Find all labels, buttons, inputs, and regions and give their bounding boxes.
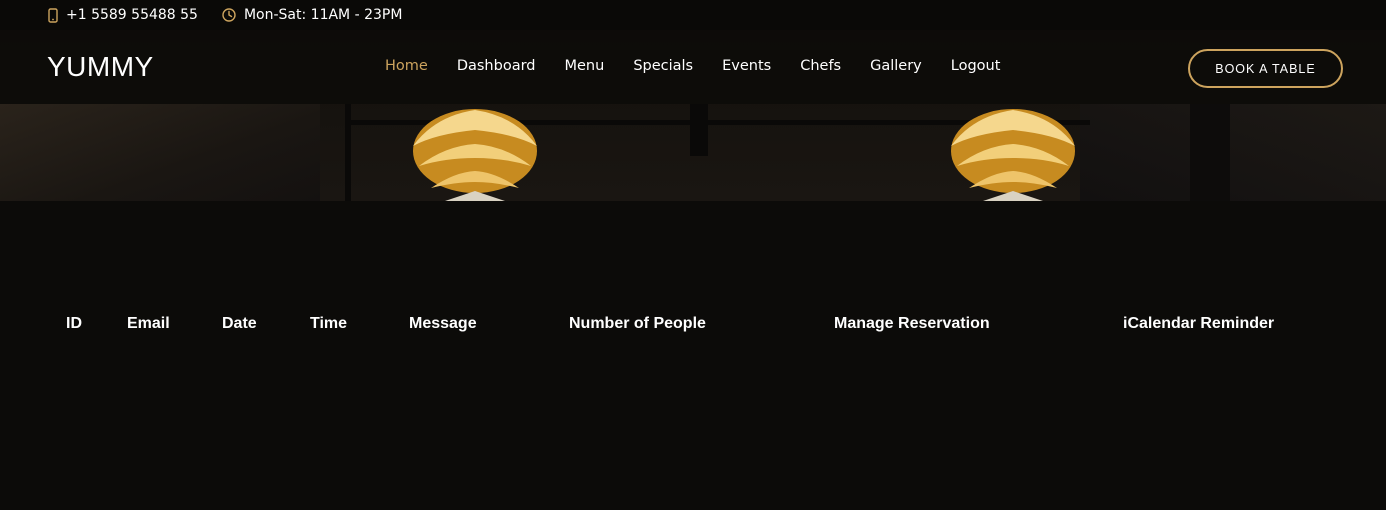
opening-hours: Mon-Sat: 11AM - 23PM bbox=[243, 7, 403, 23]
nav-dashboard[interactable]: Dashboard bbox=[457, 58, 536, 74]
nav-specials[interactable]: Specials bbox=[633, 58, 693, 74]
nav-menu[interactable]: Menu bbox=[565, 58, 605, 74]
main-nav: Home Dashboard Menu Specials Events Chef… bbox=[385, 58, 1029, 74]
column-header-id: ID bbox=[66, 315, 82, 332]
nav-gallery[interactable]: Gallery bbox=[870, 58, 922, 74]
pendant-lamp-right bbox=[951, 109, 1075, 201]
nav-events[interactable]: Events bbox=[722, 58, 771, 74]
column-header-manage-reservation: Manage Reservation bbox=[834, 315, 990, 332]
pendant-lamp-left bbox=[413, 109, 537, 201]
phone-info: +1 5589 55488 55 bbox=[48, 7, 198, 23]
mobile-phone-icon bbox=[48, 7, 58, 23]
site-logo[interactable]: YUMMY bbox=[47, 51, 154, 83]
phone-number: +1 5589 55488 55 bbox=[66, 7, 198, 23]
hours-info: Mon-Sat: 11AM - 23PM bbox=[222, 7, 402, 23]
book-a-table-button[interactable]: BOOK A TABLE bbox=[1188, 49, 1343, 88]
nav-chefs[interactable]: Chefs bbox=[800, 58, 841, 74]
column-header-date: Date bbox=[222, 315, 257, 332]
column-header-message: Message bbox=[409, 315, 477, 332]
clock-icon bbox=[222, 8, 236, 22]
column-header-email: Email bbox=[127, 315, 170, 332]
nav-home[interactable]: Home bbox=[385, 58, 428, 74]
column-header-icalendar-reminder: iCalendar Reminder bbox=[1123, 315, 1275, 332]
nav-logout[interactable]: Logout bbox=[951, 58, 1001, 74]
page: +1 5589 55488 55 Mon-Sat: 11AM - 23PM YU… bbox=[0, 0, 1386, 510]
top-info-bar: +1 5589 55488 55 Mon-Sat: 11AM - 23PM bbox=[0, 0, 1386, 30]
column-header-number-of-people: Number of People bbox=[569, 315, 706, 332]
site-header: YUMMY Home Dashboard Menu Specials Event… bbox=[0, 30, 1386, 104]
column-header-time: Time bbox=[310, 315, 348, 332]
